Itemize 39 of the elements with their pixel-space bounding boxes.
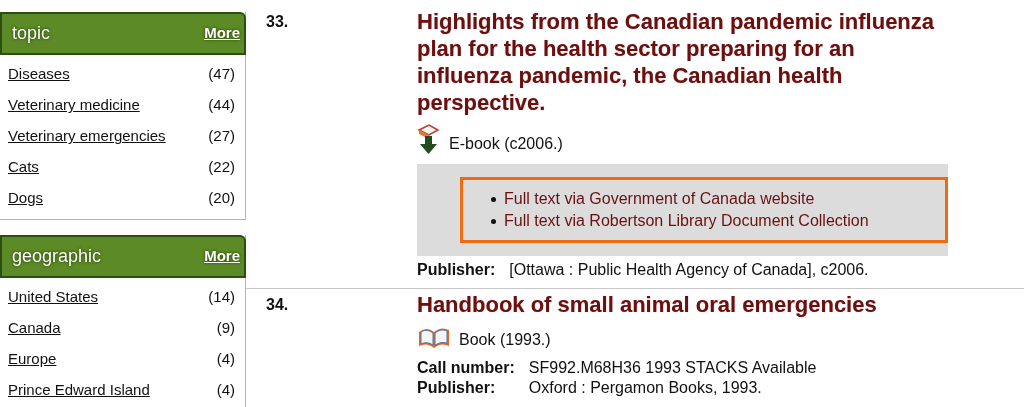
bullet bbox=[491, 218, 496, 224]
bullet bbox=[491, 196, 496, 202]
field-label: Publisher: bbox=[417, 378, 497, 398]
facet-count: (4) bbox=[216, 349, 235, 370]
full-text-link[interactable]: Full text via Robertson Library Document Collection bbox=[504, 210, 869, 232]
facet-link[interactable]: Canada bbox=[8, 317, 61, 340]
facet-link[interactable]: Cats bbox=[8, 156, 39, 179]
more-link[interactable]: More bbox=[204, 22, 240, 45]
facet-link[interactable]: Europe bbox=[8, 348, 57, 371]
facet-link[interactable]: United States bbox=[8, 286, 99, 309]
field-label: Publisher: bbox=[417, 260, 496, 280]
facet-link[interactable]: Veterinary medicine bbox=[8, 94, 140, 117]
field-value: SF992.M68H36 1993 STACKS Available bbox=[528, 358, 818, 378]
result-title[interactable]: Highlights from the Canadian pandemic influenza plan for the health sector preparing for an influenza pandemic, the Canadian health perspective. bbox=[417, 8, 939, 116]
facet-count: (27) bbox=[208, 126, 235, 147]
facet-count: (22) bbox=[208, 157, 235, 178]
field-value: [Ottawa : Public Health Agency of Canada], c2006. bbox=[509, 260, 870, 280]
facet-count: (14) bbox=[208, 287, 235, 308]
result-number: 33. bbox=[266, 12, 290, 32]
facet-link[interactable]: Veterinary emergencies bbox=[8, 125, 166, 148]
facet-count: (47) bbox=[208, 64, 235, 85]
result-number: 34. bbox=[266, 295, 290, 315]
field-value: Oxford : Pergamon Books, 1993. bbox=[528, 378, 763, 398]
format-label: E-book (c2006.) bbox=[449, 134, 563, 154]
facet-link[interactable]: Diseases bbox=[8, 63, 70, 86]
more-link[interactable]: More bbox=[204, 245, 240, 268]
facet-title: topic bbox=[12, 22, 51, 45]
field-label: Call number: bbox=[417, 358, 515, 378]
format-label: Book (1993.) bbox=[459, 330, 551, 350]
facet-count: (9) bbox=[216, 318, 235, 339]
facet-count: (44) bbox=[208, 95, 235, 116]
result-title[interactable]: Handbook of small animal oral emergencies bbox=[417, 291, 877, 318]
full-text-link[interactable]: Full text via Government of Canada website bbox=[504, 188, 815, 210]
book-download-icon bbox=[417, 122, 441, 156]
facet-count: (20) bbox=[208, 188, 235, 209]
facet-title: geographic bbox=[12, 245, 102, 268]
facet-link[interactable]: Prince Edward Island bbox=[8, 379, 150, 402]
facet-link[interactable]: Dogs bbox=[8, 187, 44, 210]
facet-count: (4) bbox=[216, 380, 235, 401]
